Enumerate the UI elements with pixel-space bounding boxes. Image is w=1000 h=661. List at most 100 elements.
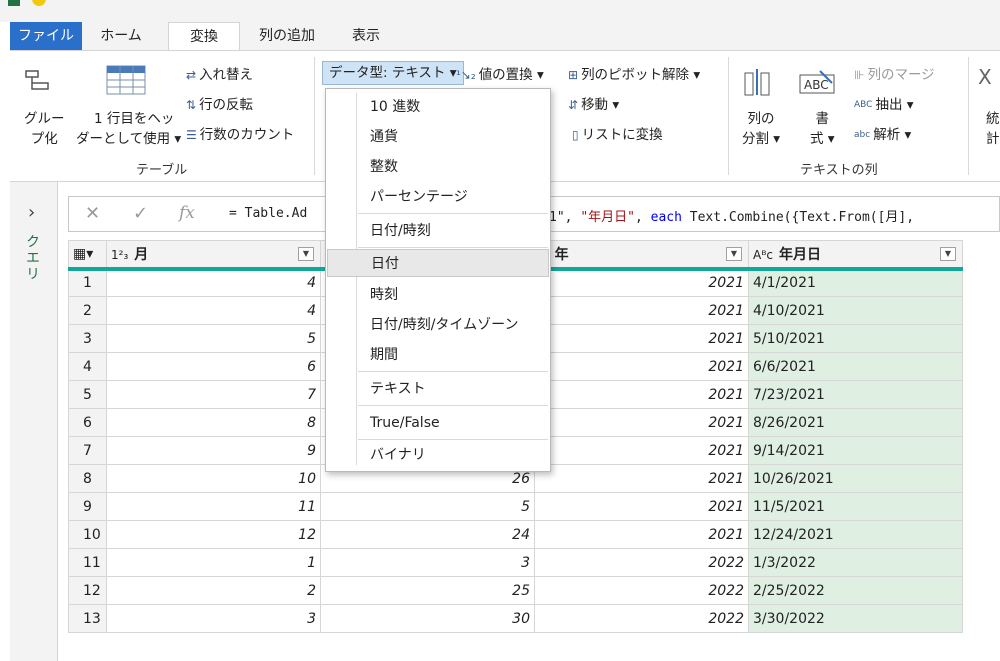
reverse-rows-button[interactable]: ⇅ 行の反転 bbox=[186, 93, 253, 113]
whole-number-type-icon[interactable]: 1²₃ bbox=[111, 248, 128, 262]
queries-pane-label[interactable]: クエリ bbox=[22, 234, 42, 282]
formula-input-visible-tail[interactable]: 1", "年月日", each Text.Combine({Text.From(… bbox=[549, 206, 914, 225]
cell-month[interactable]: 3 bbox=[106, 604, 321, 633]
merge-columns-button[interactable]: ⊪ 列のマージ bbox=[854, 63, 935, 83]
menu-item-duration[interactable]: 期間 bbox=[356, 341, 548, 369]
count-rows-button[interactable]: ☰ 行数のカウント bbox=[186, 123, 294, 143]
row-number[interactable]: 7 bbox=[68, 436, 107, 465]
table-menu-icon[interactable]: ▦▾ bbox=[68, 240, 107, 271]
cell-year[interactable]: 2021 bbox=[534, 352, 749, 381]
cell-year[interactable]: 2022 bbox=[534, 604, 749, 633]
cell-day[interactable]: 24 bbox=[320, 520, 535, 549]
move-button[interactable]: ⇵ 移動 ▾ bbox=[568, 93, 619, 113]
menu-item-true-false[interactable]: True/False bbox=[356, 409, 548, 437]
table-row[interactable]: 13 3 30 2022 3/30/2022 bbox=[68, 604, 963, 633]
cell-month[interactable]: 6 bbox=[106, 352, 321, 381]
cell-year[interactable]: 2022 bbox=[534, 576, 749, 605]
group-by-icon[interactable] bbox=[24, 69, 52, 97]
split-column-button[interactable]: 列の 分割 ▾ bbox=[742, 109, 780, 149]
cell-date[interactable]: 1/3/2022 bbox=[748, 548, 963, 577]
cell-date[interactable]: 9/14/2021 bbox=[748, 436, 963, 465]
cell-month[interactable]: 4 bbox=[106, 296, 321, 325]
menu-item-time[interactable]: 時刻 bbox=[356, 281, 548, 309]
tab-transform[interactable]: 変換 bbox=[168, 22, 240, 51]
cell-date[interactable]: 11/5/2021 bbox=[748, 492, 963, 521]
column-header-date[interactable]: Aᴮc 年月日 ▼ bbox=[748, 240, 963, 271]
column-header-year[interactable]: ²₃年▼ bbox=[534, 240, 749, 271]
expand-chevron-icon[interactable]: › bbox=[28, 202, 35, 223]
cell-month[interactable]: 2 bbox=[106, 576, 321, 605]
filter-dropdown-icon[interactable]: ▼ bbox=[940, 247, 956, 261]
cell-month[interactable]: 9 bbox=[106, 436, 321, 465]
cell-day[interactable]: 3 bbox=[320, 548, 535, 577]
tab-add-column[interactable]: 列の追加 bbox=[246, 22, 328, 50]
row-number[interactable]: 9 bbox=[68, 492, 107, 521]
menu-item-datetimezone[interactable]: 日付/時刻/タイムゾーン bbox=[356, 311, 548, 339]
cell-month[interactable]: 7 bbox=[106, 380, 321, 409]
cell-year[interactable]: 2021 bbox=[534, 408, 749, 437]
data-type-button[interactable]: データ型: テキスト ▾ bbox=[322, 61, 464, 85]
table-row[interactable]: 10 12 24 2021 12/24/2021 bbox=[68, 520, 963, 549]
table-row[interactable]: 9 11 5 2021 11/5/2021 bbox=[68, 492, 963, 521]
table-grid-icon[interactable] bbox=[106, 65, 146, 99]
cell-month[interactable]: 11 bbox=[106, 492, 321, 521]
row-number[interactable]: 1 bbox=[68, 268, 107, 297]
transpose-button[interactable]: ⇄ 入れ替え bbox=[186, 63, 253, 83]
unpivot-button[interactable]: ⊞ 列のピボット解除 ▾ bbox=[568, 63, 700, 83]
extract-button[interactable]: ABC 抽出 ▾ bbox=[854, 93, 914, 113]
fx-icon[interactable]: fx bbox=[179, 203, 195, 223]
menu-item-percentage[interactable]: パーセンテージ bbox=[356, 183, 548, 211]
cell-month[interactable]: 10 bbox=[106, 464, 321, 493]
tab-file[interactable]: ファイル bbox=[10, 22, 82, 50]
menu-item-text[interactable]: テキスト bbox=[356, 375, 548, 403]
column-header-month[interactable]: 1²₃ 月 ▼ bbox=[106, 240, 321, 271]
format-button[interactable]: 書 式 ▾ bbox=[810, 109, 835, 149]
cell-date[interactable]: 2/25/2022 bbox=[748, 576, 963, 605]
menu-item-decimal[interactable]: 10 進数 bbox=[356, 93, 548, 121]
statistics-icon[interactable]: X bbox=[978, 65, 992, 89]
cell-date[interactable]: 4/10/2021 bbox=[748, 296, 963, 325]
menu-item-date[interactable]: 日付 bbox=[327, 249, 549, 277]
cell-month[interactable]: 5 bbox=[106, 324, 321, 353]
row-number[interactable]: 3 bbox=[68, 324, 107, 353]
cell-month[interactable]: 4 bbox=[106, 268, 321, 297]
replace-values-button[interactable]: ¹↘₂ 値の置換 ▾ bbox=[456, 63, 544, 83]
parse-button[interactable]: abc 解析 ▾ bbox=[854, 123, 911, 143]
cell-date[interactable]: 5/10/2021 bbox=[748, 324, 963, 353]
row-number[interactable]: 13 bbox=[68, 604, 107, 633]
row-number[interactable]: 5 bbox=[68, 380, 107, 409]
confirm-check-icon[interactable]: ✓ bbox=[133, 203, 148, 224]
cell-year[interactable]: 2021 bbox=[534, 520, 749, 549]
row-number[interactable]: 2 bbox=[68, 296, 107, 325]
convert-to-list-button[interactable]: ▯ リストに変換 bbox=[572, 123, 663, 143]
cell-month[interactable]: 12 bbox=[106, 520, 321, 549]
cell-year[interactable]: 2022 bbox=[534, 548, 749, 577]
cell-year[interactable]: 2021 bbox=[534, 464, 749, 493]
menu-item-binary[interactable]: バイナリ bbox=[356, 441, 548, 469]
cell-date[interactable]: 7/23/2021 bbox=[748, 380, 963, 409]
cell-year[interactable]: 2021 bbox=[534, 296, 749, 325]
table-row[interactable]: 12 2 25 2022 2/25/2022 bbox=[68, 576, 963, 605]
cancel-icon[interactable]: ✕ bbox=[85, 203, 100, 224]
table-row[interactable]: 11 1 3 2022 1/3/2022 bbox=[68, 548, 963, 577]
cell-date[interactable]: 10/26/2021 bbox=[748, 464, 963, 493]
group-by-button[interactable]: グルー プ化 bbox=[24, 109, 65, 149]
cell-month[interactable]: 1 bbox=[106, 548, 321, 577]
row-number[interactable]: 10 bbox=[68, 520, 107, 549]
cell-month[interactable]: 8 bbox=[106, 408, 321, 437]
cell-day[interactable]: 25 bbox=[320, 576, 535, 605]
cell-year[interactable]: 2021 bbox=[534, 492, 749, 521]
tab-view[interactable]: 表示 bbox=[338, 22, 394, 50]
cell-day[interactable]: 30 bbox=[320, 604, 535, 633]
cell-year[interactable]: 2021 bbox=[534, 324, 749, 353]
cell-date[interactable]: 12/24/2021 bbox=[748, 520, 963, 549]
row-number[interactable]: 12 bbox=[68, 576, 107, 605]
row-number[interactable]: 8 bbox=[68, 464, 107, 493]
cell-date[interactable]: 4/1/2021 bbox=[748, 268, 963, 297]
cell-year[interactable]: 2021 bbox=[534, 436, 749, 465]
tab-home[interactable]: ホーム bbox=[90, 22, 152, 50]
split-column-icon[interactable] bbox=[742, 67, 772, 101]
row-number[interactable]: 4 bbox=[68, 352, 107, 381]
format-icon[interactable]: ABC bbox=[798, 67, 838, 101]
use-first-row-button[interactable]: 1 行目をヘッ ダーとして使用 ▾ bbox=[76, 109, 181, 149]
